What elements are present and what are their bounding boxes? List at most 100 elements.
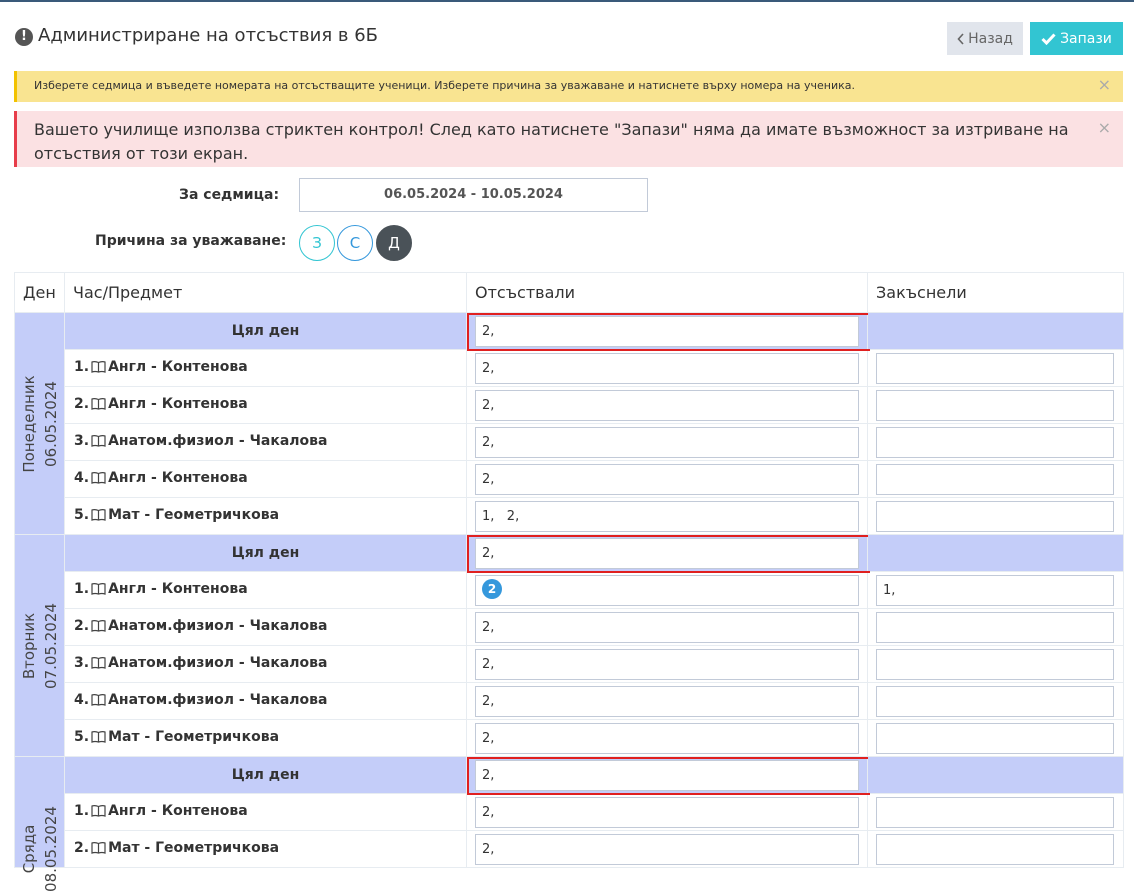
- subject-name: Мат - Геометричкова: [108, 729, 280, 745]
- absent-cell: 2,: [466, 682, 868, 720]
- subject-cell: 1. Англ - Контенова: [64, 793, 467, 831]
- save-button[interactable]: Запази: [1030, 22, 1123, 55]
- book-icon: [91, 656, 106, 673]
- table-row: 3. Анатом.физиол - Чакалова 2,: [15, 645, 1124, 683]
- absent-input[interactable]: 2,: [475, 649, 859, 680]
- subject-name: Англ - Контенова: [108, 359, 248, 375]
- late-input[interactable]: [876, 723, 1114, 754]
- table-row: 4. Англ - Контенова 2,: [15, 460, 1124, 498]
- absent-input[interactable]: 2,: [475, 723, 859, 754]
- day-name: Сряда: [19, 824, 38, 874]
- book-icon: [91, 730, 106, 747]
- absent-input[interactable]: 2,: [475, 353, 859, 384]
- late-input[interactable]: [876, 353, 1114, 384]
- absent-cell: 2,: [466, 719, 868, 757]
- late-cell: [867, 830, 1124, 868]
- week-selector[interactable]: 06.05.2024 - 10.05.2024: [299, 178, 648, 212]
- table-row: 2. Анатом.физиол - Чакалова 2,: [15, 608, 1124, 646]
- absent-input[interactable]: 2,: [475, 686, 859, 717]
- lesson-number: 5.: [74, 507, 90, 523]
- page-header: ! Администриране на отсъствия в 6Б Назад…: [14, 22, 1124, 58]
- late-input[interactable]: [876, 649, 1114, 680]
- late-input[interactable]: [876, 797, 1114, 828]
- lesson-number: 4.: [74, 470, 90, 486]
- strict-control-alert-text: Вашето училище използва стриктен контрол…: [34, 120, 1069, 163]
- absent-cell: 2,: [466, 756, 870, 795]
- absent-input[interactable]: 2,: [475, 427, 859, 458]
- book-icon: [91, 397, 106, 414]
- book-icon: [91, 508, 106, 525]
- late-input[interactable]: [876, 612, 1114, 643]
- late-input[interactable]: [876, 834, 1114, 865]
- absent-input[interactable]: 2: [475, 575, 859, 606]
- table-row: 4. Анатом.физиол - Чакалова 2,: [15, 682, 1124, 720]
- reason-button-s[interactable]: С: [337, 225, 373, 261]
- day-label: Вторник 07.05.2024: [18, 603, 62, 689]
- column-header-absent: Отсъствали: [466, 272, 868, 313]
- late-cell: [867, 756, 1124, 794]
- full-day-label: Цял ден: [64, 756, 467, 794]
- subject-cell: 3. Анатом.физиол - Чакалова: [64, 645, 467, 683]
- late-cell: [867, 793, 1124, 831]
- table-row: 1. Англ - Контенова 2,: [15, 349, 1124, 387]
- book-icon: [91, 693, 106, 710]
- late-input[interactable]: [876, 501, 1114, 532]
- reason-button-d[interactable]: Д: [376, 225, 412, 261]
- subject-cell: 5. Мат - Геометричкова: [64, 719, 467, 757]
- subject-name: Анатом.физиол - Чакалова: [108, 655, 328, 671]
- column-header-subject: Час/Предмет: [64, 272, 467, 313]
- close-icon[interactable]: ×: [1098, 75, 1111, 94]
- lesson-number: 3.: [74, 433, 90, 449]
- absent-cell: 2,: [466, 349, 868, 387]
- absent-input[interactable]: 2,: [475, 316, 859, 347]
- late-input[interactable]: [876, 686, 1114, 717]
- absent-input[interactable]: 2,: [475, 760, 859, 791]
- late-cell: [867, 312, 1124, 350]
- absent-cell: 2: [466, 571, 868, 609]
- full-day-label: Цял ден: [64, 312, 467, 350]
- reason-label: Причина за уважаване:: [95, 233, 287, 249]
- day-cell-monday: Понеделник 06.05.2024: [14, 312, 65, 535]
- book-icon: [91, 619, 106, 636]
- absent-cell: 2,: [466, 830, 868, 868]
- table-row-full-day: Вторник 07.05.2024 Цял ден 2,: [14, 534, 1124, 757]
- absent-input[interactable]: 2,: [475, 464, 859, 495]
- table-row: 1. Англ - Контенова 2,: [15, 793, 1124, 831]
- subject-name: Англ - Контенова: [108, 470, 248, 486]
- absent-input[interactable]: 2,: [475, 538, 859, 569]
- late-cell: [867, 534, 1124, 572]
- reason-button-z[interactable]: З: [299, 225, 335, 261]
- day-date: 07.05.2024: [41, 602, 60, 689]
- late-input[interactable]: [876, 427, 1114, 458]
- late-input[interactable]: [876, 390, 1114, 421]
- table-row: 2. Англ - Контенова 2,: [15, 386, 1124, 424]
- back-button[interactable]: Назад: [947, 22, 1023, 55]
- absence-badge[interactable]: 2: [482, 579, 502, 599]
- subject-name: Анатом.физиол - Чакалова: [108, 692, 328, 708]
- book-icon: [91, 360, 106, 377]
- page-title: Администриране на отсъствия в 6Б: [38, 25, 379, 46]
- subject-cell: 5. Мат - Геометричкова: [64, 497, 467, 535]
- lesson-number: 1.: [74, 581, 90, 597]
- subject-cell: 4. Англ - Контенова: [64, 460, 467, 498]
- lesson-number: 2.: [74, 618, 90, 634]
- strict-control-alert: Вашето училище използва стриктен контрол…: [14, 111, 1123, 167]
- absent-input[interactable]: 2,: [475, 612, 859, 643]
- absent-input[interactable]: 1, 2,: [475, 501, 859, 532]
- absent-input[interactable]: 2,: [475, 797, 859, 828]
- subject-cell: 2. Англ - Контенова: [64, 386, 467, 424]
- day-label: Понеделник 06.05.2024: [18, 375, 62, 472]
- absent-input[interactable]: 2,: [475, 834, 859, 865]
- absent-cell: 2,: [466, 312, 870, 351]
- column-header-day: Ден: [14, 272, 65, 313]
- absent-cell: 2,: [466, 423, 868, 461]
- lesson-number: 5.: [74, 729, 90, 745]
- late-input[interactable]: [876, 464, 1114, 495]
- lesson-number: 1.: [74, 803, 90, 819]
- exclamation-icon: !: [15, 28, 33, 46]
- absent-cell: 2,: [466, 460, 868, 498]
- absent-input[interactable]: 2,: [475, 390, 859, 421]
- late-input[interactable]: 1,: [876, 575, 1114, 606]
- late-cell: [867, 386, 1124, 424]
- close-icon[interactable]: ×: [1098, 116, 1111, 140]
